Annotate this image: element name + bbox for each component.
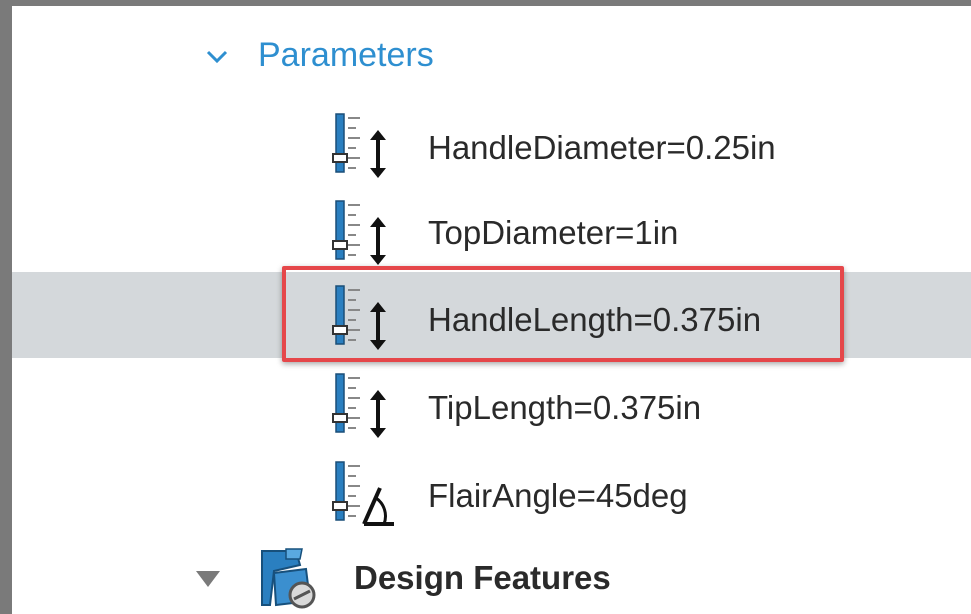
parameter-label: HandleLength=0.375in [428, 301, 762, 338]
tree-item-top-diameter[interactable]: TopDiameter=1in [12, 189, 971, 275]
parameter-label: HandleDiameter=0.25in [428, 129, 776, 166]
parameter-label: FlairAngle=45deg [428, 477, 688, 514]
length-parameter-icon [332, 285, 386, 350]
parameter-label: TopDiameter=1in [428, 214, 679, 251]
parameter-label: TipLength=0.375in [428, 389, 702, 426]
tree-panel: Parameters HandleDiameter=0.25in TopDiam… [0, 0, 971, 614]
length-parameter-icon [332, 373, 386, 438]
design-features-icon [261, 548, 316, 609]
tree-item-handle-diameter[interactable]: HandleDiameter=0.25in [12, 102, 971, 188]
length-parameter-icon [332, 113, 386, 178]
chevron-down-icon[interactable] [202, 42, 232, 72]
tree-item-handle-length[interactable]: HandleLength=0.375in [12, 272, 971, 358]
tree-item-design-features[interactable]: Design Features [12, 541, 971, 611]
design-features-label: Design Features [354, 559, 611, 596]
tree-item-flair-angle[interactable]: FlairAngle=45deg [12, 450, 971, 536]
tree-item-tip-length[interactable]: TipLength=0.375in [12, 362, 971, 448]
parameters-section-title: Parameters [258, 36, 434, 74]
length-parameter-icon [332, 200, 386, 265]
angle-parameter-icon [332, 461, 394, 526]
collapsed-triangle-icon[interactable] [194, 569, 222, 589]
